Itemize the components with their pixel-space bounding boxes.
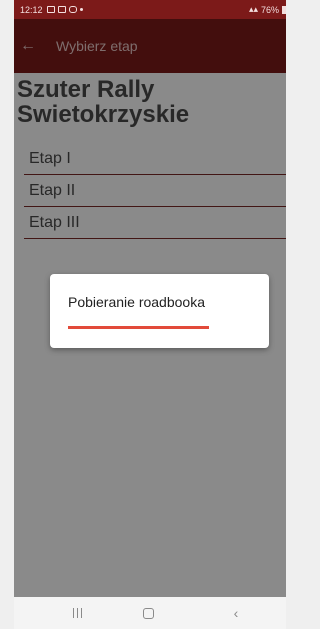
- mail-icon: [57, 6, 66, 13]
- status-bar: 12:12 ▴▴ 76%: [14, 0, 286, 19]
- signal-icon: ▴▴: [248, 4, 258, 14]
- notification-icons: [46, 6, 83, 13]
- battery-icon: [282, 5, 286, 14]
- status-right: ▴▴ 76%: [249, 4, 286, 15]
- status-time: 12:12: [20, 4, 43, 15]
- dialog-message: Pobieranie roadbooka: [68, 294, 205, 310]
- recents-icon[interactable]: [71, 605, 83, 621]
- instagram-icon: [68, 6, 77, 13]
- home-icon[interactable]: [142, 605, 154, 621]
- progress-bar: [68, 326, 209, 329]
- nav-back-icon[interactable]: ‹: [230, 605, 242, 621]
- loading-dialog: Pobieranie roadbooka: [50, 274, 269, 348]
- battery-text: 76%: [260, 4, 279, 15]
- progress-fill: [68, 326, 209, 329]
- more-notifications-icon: [79, 8, 83, 11]
- phone-screen: 12:12 ▴▴ 76% ← Wybierz etap Szuter Rally…: [14, 0, 286, 629]
- navigation-bar: ‹: [14, 597, 286, 629]
- image-icon: [46, 6, 55, 13]
